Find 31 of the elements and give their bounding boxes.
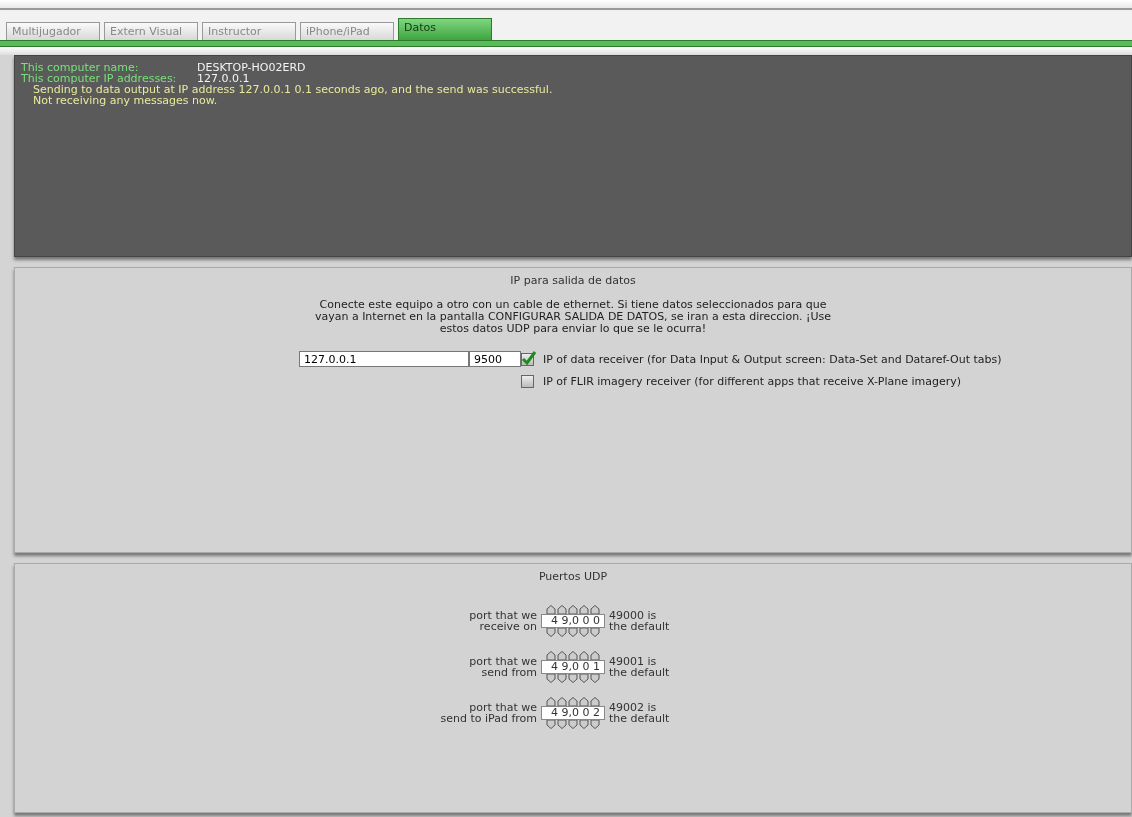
- port-label: port that we receive on: [468, 610, 537, 632]
- section-title: Puertos UDP: [537, 570, 609, 583]
- port-label: port that we send to iPad from: [439, 702, 537, 724]
- port-label: port that we send from: [468, 656, 537, 678]
- option-label: IP of data receiver (for Data Input & Output screen: Data-Set and Dataref-Out tabs): [543, 352, 1003, 366]
- tab[interactable]: Datos: [398, 18, 492, 40]
- default-note: 49000 is the default: [609, 610, 671, 632]
- default-note: 49002 is the default: [609, 702, 671, 724]
- description: Conecte este equipo a otro con un cable de ethernet. Si tiene datos seleccionados para que vayan a Internet en la pantalla CONFIGURAR SALIDA DE DATOS, se iran a esta direccion. ¡Use estos datos UDP para enviar lo que se le ocurra!: [313, 299, 833, 335]
- field-label: This computer name:: [21, 62, 139, 73]
- status-message: Sending to data output at IP address 127.0.0.1 0.1 seconds ago, and the send was successful.: [33, 84, 554, 95]
- checkbox[interactable]: [521, 352, 534, 366]
- default-note: 49001 is the default: [609, 656, 671, 678]
- ip-field[interactable]: 127.0.0.1: [299, 351, 469, 367]
- up-arrows-icon[interactable]: [546, 697, 600, 706]
- field-label: This computer IP addresses:: [21, 73, 178, 84]
- status-message: Not receiving any messages now.: [33, 95, 219, 106]
- checkbox[interactable]: [521, 375, 534, 388]
- port-field[interactable]: 9500: [469, 351, 521, 367]
- option-label: IP of FLIR imagery receiver (for different apps that receive X-Plane imagery): [543, 375, 963, 388]
- port-field[interactable]: 4 9,0 0 2: [541, 706, 605, 720]
- down-arrows-icon[interactable]: [546, 674, 600, 683]
- down-arrows-icon[interactable]: [546, 628, 600, 637]
- field-value: DESKTOP-HO02ERD: [197, 62, 307, 73]
- field-value: 127.0.0.1: [197, 73, 251, 84]
- port-field[interactable]: 4 9,0 0 1: [541, 660, 605, 674]
- down-arrows-icon[interactable]: [546, 720, 600, 729]
- section-title: IP para salida de datos: [509, 274, 637, 287]
- up-arrows-icon[interactable]: [546, 651, 600, 660]
- up-arrows-icon[interactable]: [546, 605, 600, 614]
- port-field[interactable]: 4 9,0 0 0: [541, 614, 605, 628]
